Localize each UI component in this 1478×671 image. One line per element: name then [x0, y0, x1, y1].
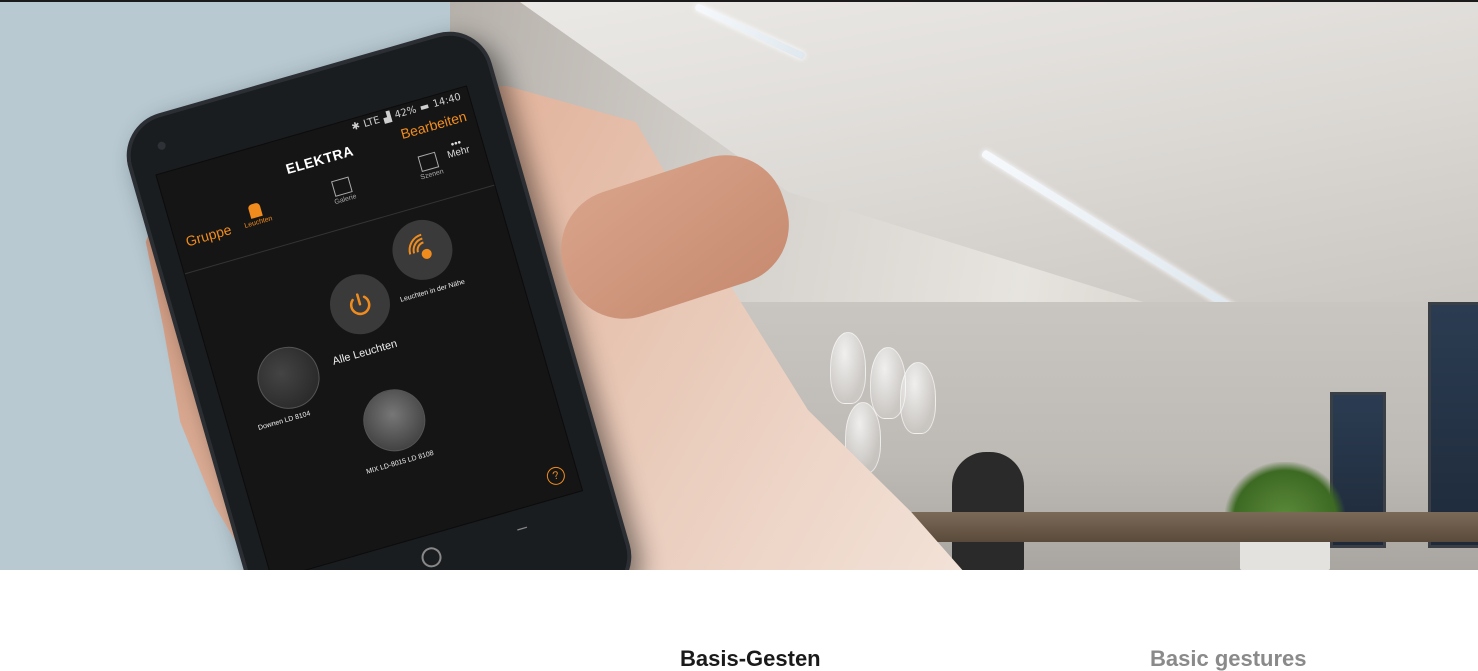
battery-icon: ▬	[418, 100, 431, 114]
lamp-1-label: Downen LD 8104	[257, 410, 312, 432]
home-icon[interactable]	[419, 544, 444, 570]
heading-english: Basic gestures	[1150, 646, 1307, 671]
back-icon[interactable]: ←	[322, 569, 345, 570]
lamp-2-label: MIX LD-8015 LD 8108	[365, 449, 435, 476]
soda-siphon	[952, 452, 1024, 570]
nearby-lights-button[interactable]	[385, 212, 460, 288]
nearby-lights-label: Leuchten in der Nähe	[399, 278, 466, 304]
recent-apps-icon[interactable]: –	[514, 516, 529, 539]
help-icon[interactable]: ?	[544, 464, 568, 488]
hero-photo: ✱ LTE ▟ 42% ▬ 14:40 ELEKTRA Bearbeiten •…	[0, 2, 1478, 570]
battery-label: 42%	[393, 104, 418, 122]
lamp-tile-1[interactable]	[250, 339, 327, 417]
power-icon	[349, 293, 371, 316]
all-lights-label: Alle Leuchten	[331, 337, 399, 368]
tab-label: Leuchten	[243, 215, 274, 230]
network-label: LTE	[362, 114, 382, 131]
bluetooth-icon: ✱	[350, 120, 362, 134]
wine-glass	[830, 332, 866, 404]
wine-glass	[900, 362, 936, 434]
camera-sensor	[156, 140, 167, 151]
all-lights-button[interactable]	[322, 267, 398, 342]
proximity-icon	[408, 233, 432, 259]
heading-german: Basis-Gesten	[680, 646, 821, 671]
signal-icon: ▟	[382, 111, 393, 125]
lamp-icon	[247, 202, 263, 219]
lamp-tile-2[interactable]	[355, 381, 433, 459]
